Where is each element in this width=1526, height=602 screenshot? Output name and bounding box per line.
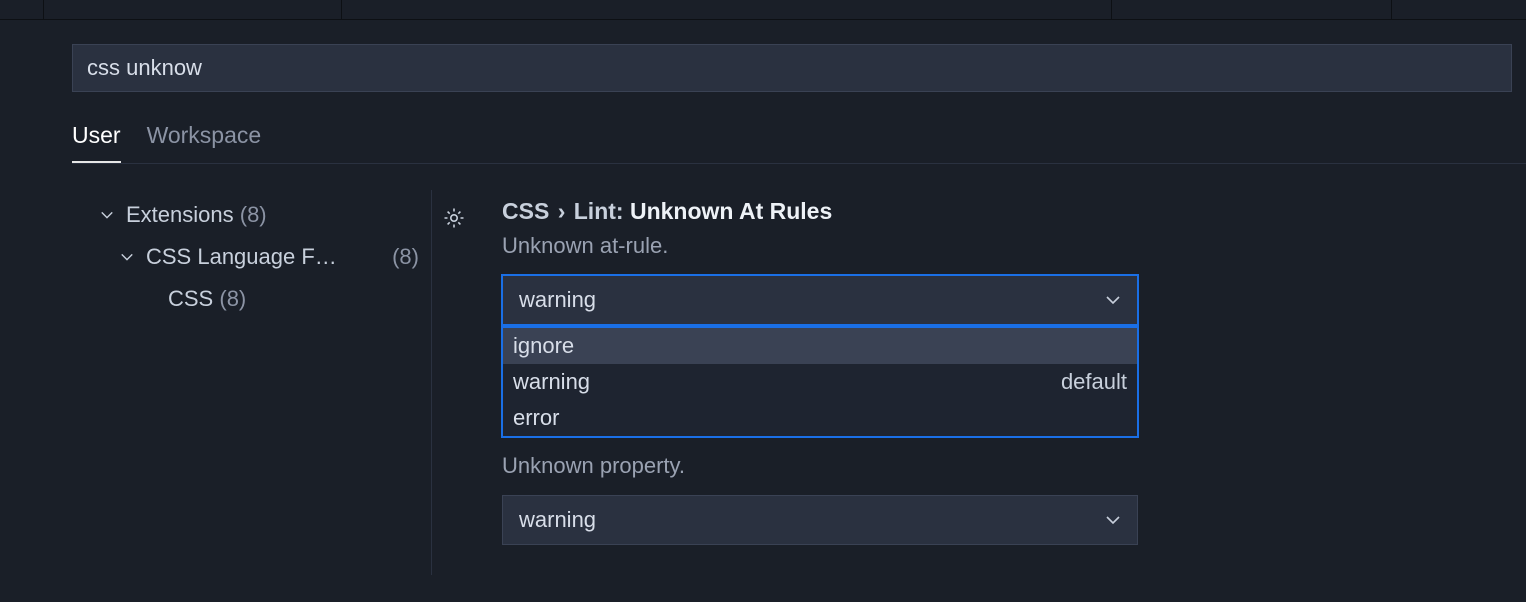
setting-description: Unknown at-rule. [502,233,1526,259]
settings-panels: Extensions (8) CSS Language F… (8) CSS (… [72,190,1526,575]
breadcrumb-separator: › [558,198,566,224]
setting-select[interactable]: warning [502,495,1138,545]
option-warning[interactable]: warning default [503,364,1137,400]
tab-slot[interactable] [44,0,342,19]
option-label: error [513,405,559,431]
tree-label: CSS [168,286,213,312]
tree-count: (8) [219,286,246,312]
option-error[interactable]: error [503,400,1137,436]
tab-slot[interactable] [1112,0,1392,19]
tree-label: CSS Language F… [146,244,337,270]
chevron-down-icon [1105,512,1121,528]
setting-subcategory: Lint: [574,198,624,224]
tree-item-css[interactable]: CSS (8) [72,278,431,320]
chevron-down-icon [100,208,120,222]
tab-workspace[interactable]: Workspace [147,122,262,163]
gear-icon[interactable] [442,206,466,230]
select-value: warning [519,507,596,533]
option-default-badge: default [1061,369,1127,395]
setting-select-wrap: warning ignore warning default [502,275,1138,325]
option-label: warning [513,369,590,395]
settings-tree: Extensions (8) CSS Language F… (8) CSS (… [72,190,432,575]
tree-label: Extensions [126,202,234,228]
tab-slot [0,0,44,19]
editor-tabbar [0,0,1526,20]
settings-list: CSS › Lint: Unknown At Rules Unknown at-… [432,190,1526,575]
tree-count: (8) [392,244,419,270]
setting-title: CSS › Lint: Unknown At Rules [502,198,1526,225]
setting-select-wrap: warning [502,495,1138,545]
chevron-down-icon [1105,292,1121,308]
scope-tabs: User Workspace [72,122,1526,164]
tab-slot[interactable] [1392,0,1526,19]
setting-select[interactable]: warning [502,275,1138,325]
chevron-down-icon [120,250,140,264]
settings-search-input[interactable] [72,44,1512,92]
option-ignore[interactable]: ignore [503,328,1137,364]
option-label: ignore [513,333,574,359]
tab-user[interactable]: User [72,122,121,163]
select-dropdown: ignore warning default error [502,327,1138,437]
tree-count: (8) [240,202,267,228]
tree-item-extensions[interactable]: Extensions (8) [72,194,431,236]
tree-item-css-language-features[interactable]: CSS Language F… (8) [72,236,431,278]
setting-description: Unknown property. [502,453,1526,479]
tab-slot[interactable] [342,0,1112,19]
settings-editor: User Workspace Extensions (8) CSS Langua… [0,20,1526,575]
setting-name: Unknown At Rules [630,198,832,224]
setting-unknown-at-rules: CSS › Lint: Unknown At Rules Unknown at-… [502,198,1526,325]
setting-unknown-property: Unknown property. warning [502,453,1526,545]
select-value: warning [519,287,596,313]
setting-category: CSS [502,198,549,224]
